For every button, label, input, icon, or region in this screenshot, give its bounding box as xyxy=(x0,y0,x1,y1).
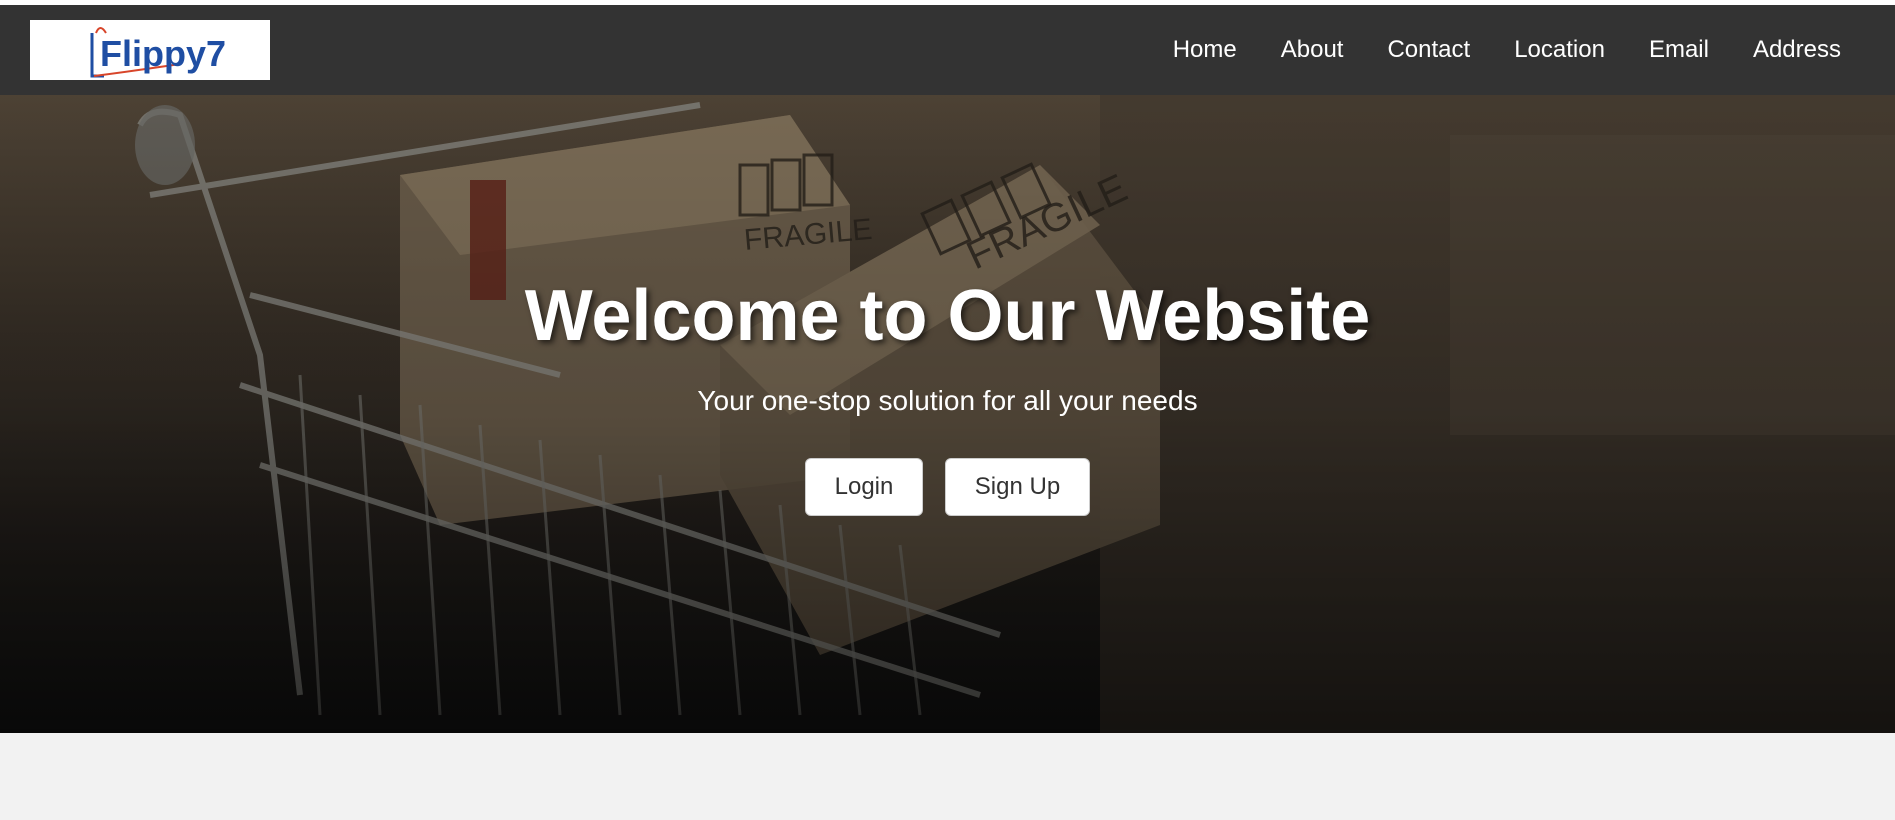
nav-link-home[interactable]: Home xyxy=(1151,36,1259,64)
navbar: Flippy7 Home About Contact Location Emai… xyxy=(0,5,1895,95)
signup-button[interactable]: Sign Up xyxy=(945,458,1090,516)
nav-link-address[interactable]: Address xyxy=(1731,36,1863,64)
nav-link-email[interactable]: Email xyxy=(1627,36,1731,64)
nav-link-about[interactable]: About xyxy=(1259,36,1366,64)
hero-buttons: Login Sign Up xyxy=(0,458,1895,516)
hero-title: Welcome to Our Website xyxy=(524,276,1371,356)
hero-subtitle: Your one-stop solution for all your need… xyxy=(697,385,1198,416)
brand-logo[interactable]: Flippy7 xyxy=(30,20,270,80)
svg-text:Flippy7: Flippy7 xyxy=(100,33,226,74)
main-nav: Home About Contact Location Email Addres… xyxy=(1151,5,1863,95)
logo-image: Flippy7 xyxy=(90,27,226,78)
nav-link-location[interactable]: Location xyxy=(1492,36,1627,64)
hero-section: FRAGILE FRAGILE Welcome to Our Website Y… xyxy=(0,95,1895,733)
login-button[interactable]: Login xyxy=(805,458,923,516)
nav-link-contact[interactable]: Contact xyxy=(1365,36,1492,64)
